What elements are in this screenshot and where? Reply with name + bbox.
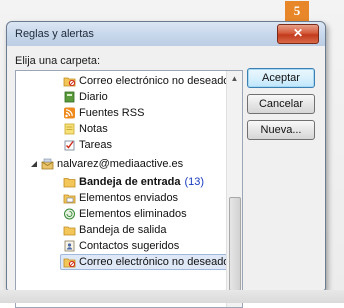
tree-item-label: Bandeja de salida [79,224,167,236]
journal-icon [63,91,76,103]
junk-mail-folder-icon [63,256,76,268]
tree-item-label: Correo electrónico no deseado [79,75,230,87]
background-strip [0,290,344,303]
sent-items-icon [63,192,76,204]
scroll-up-arrow-icon[interactable]: ▲ [227,71,242,86]
tree-item-sent-items[interactable]: Elementos enviados [63,191,178,205]
tree-item-suggested-contacts[interactable]: Contactos sugeridos [63,239,179,253]
accept-button[interactable]: Aceptar [247,68,315,88]
mailbox-account-icon [41,158,54,170]
tree-item-label: Bandeja de entrada [79,176,181,188]
step-number-badge: 5 [285,1,309,21]
tree-item-junk-email-1[interactable]: Correo electrónico no deseado [63,74,229,88]
tree-item-label: Notas [79,123,108,135]
tree-item-tasks[interactable]: Tareas [63,138,112,152]
deleted-items-icon [63,208,76,220]
window-title: Reglas y alertas [15,28,94,40]
cancel-button[interactable]: Cancelar [247,94,315,114]
tree-item-journal[interactable]: Diario [63,90,108,104]
junk-mail-folder-icon [63,75,76,87]
tree-item-label: Elementos eliminados [79,208,187,220]
tree-item-label: Elementos enviados [79,192,179,204]
choose-folder-label: Elija una carpeta: [15,55,100,67]
new-folder-button[interactable]: Nueva... [247,120,315,140]
close-button[interactable]: ✕ [277,24,319,44]
dialog-content: Elija una carpeta: Correo electrónico no… [7,46,325,308]
vertical-scrollbar[interactable]: ▲ ▼ [226,71,242,307]
tree-item-outbox[interactable]: Bandeja de salida [63,223,166,237]
outbox-icon [63,224,76,236]
tree-item-rss-feeds[interactable]: Fuentes RSS [63,106,144,120]
tree-item-deleted-items[interactable]: Elementos eliminados [63,207,187,221]
scrollbar-thumb[interactable] [229,197,241,291]
tree-item-label: Contactos sugeridos [79,240,180,252]
collapse-triangle-icon[interactable] [30,158,38,170]
folder-tree[interactable]: Correo electrónico no deseado Diario Fue… [15,70,243,308]
suggested-contacts-icon [63,240,76,252]
close-icon: ✕ [292,26,304,40]
tree-item-label: nalvarez@mediaactive.es [57,158,184,170]
tree-item-label: Tareas [79,139,113,151]
tree-item-label: Diario [79,91,108,103]
title-bar: Reglas y alertas ✕ [7,22,325,46]
tree-item-account[interactable]: nalvarez@mediaactive.es [30,157,183,171]
tasks-icon [63,139,76,151]
tree-item-inbox[interactable]: Bandeja de entrada (13) [63,175,204,189]
tree-item-junk-email-2-selected[interactable]: Correo electrónico no deseado [60,254,230,270]
unread-count: (13) [184,176,205,188]
rules-alerts-dialog: Reglas y alertas ✕ Elija una carpeta: Co… [6,21,326,308]
rss-feeds-icon [63,107,76,119]
inbox-folder-icon [63,176,76,188]
tree-item-label: Correo electrónico no deseado [79,256,230,268]
tree-item-notes[interactable]: Notas [63,122,108,136]
notes-icon [63,123,76,135]
tree-item-label: Fuentes RSS [79,107,145,119]
